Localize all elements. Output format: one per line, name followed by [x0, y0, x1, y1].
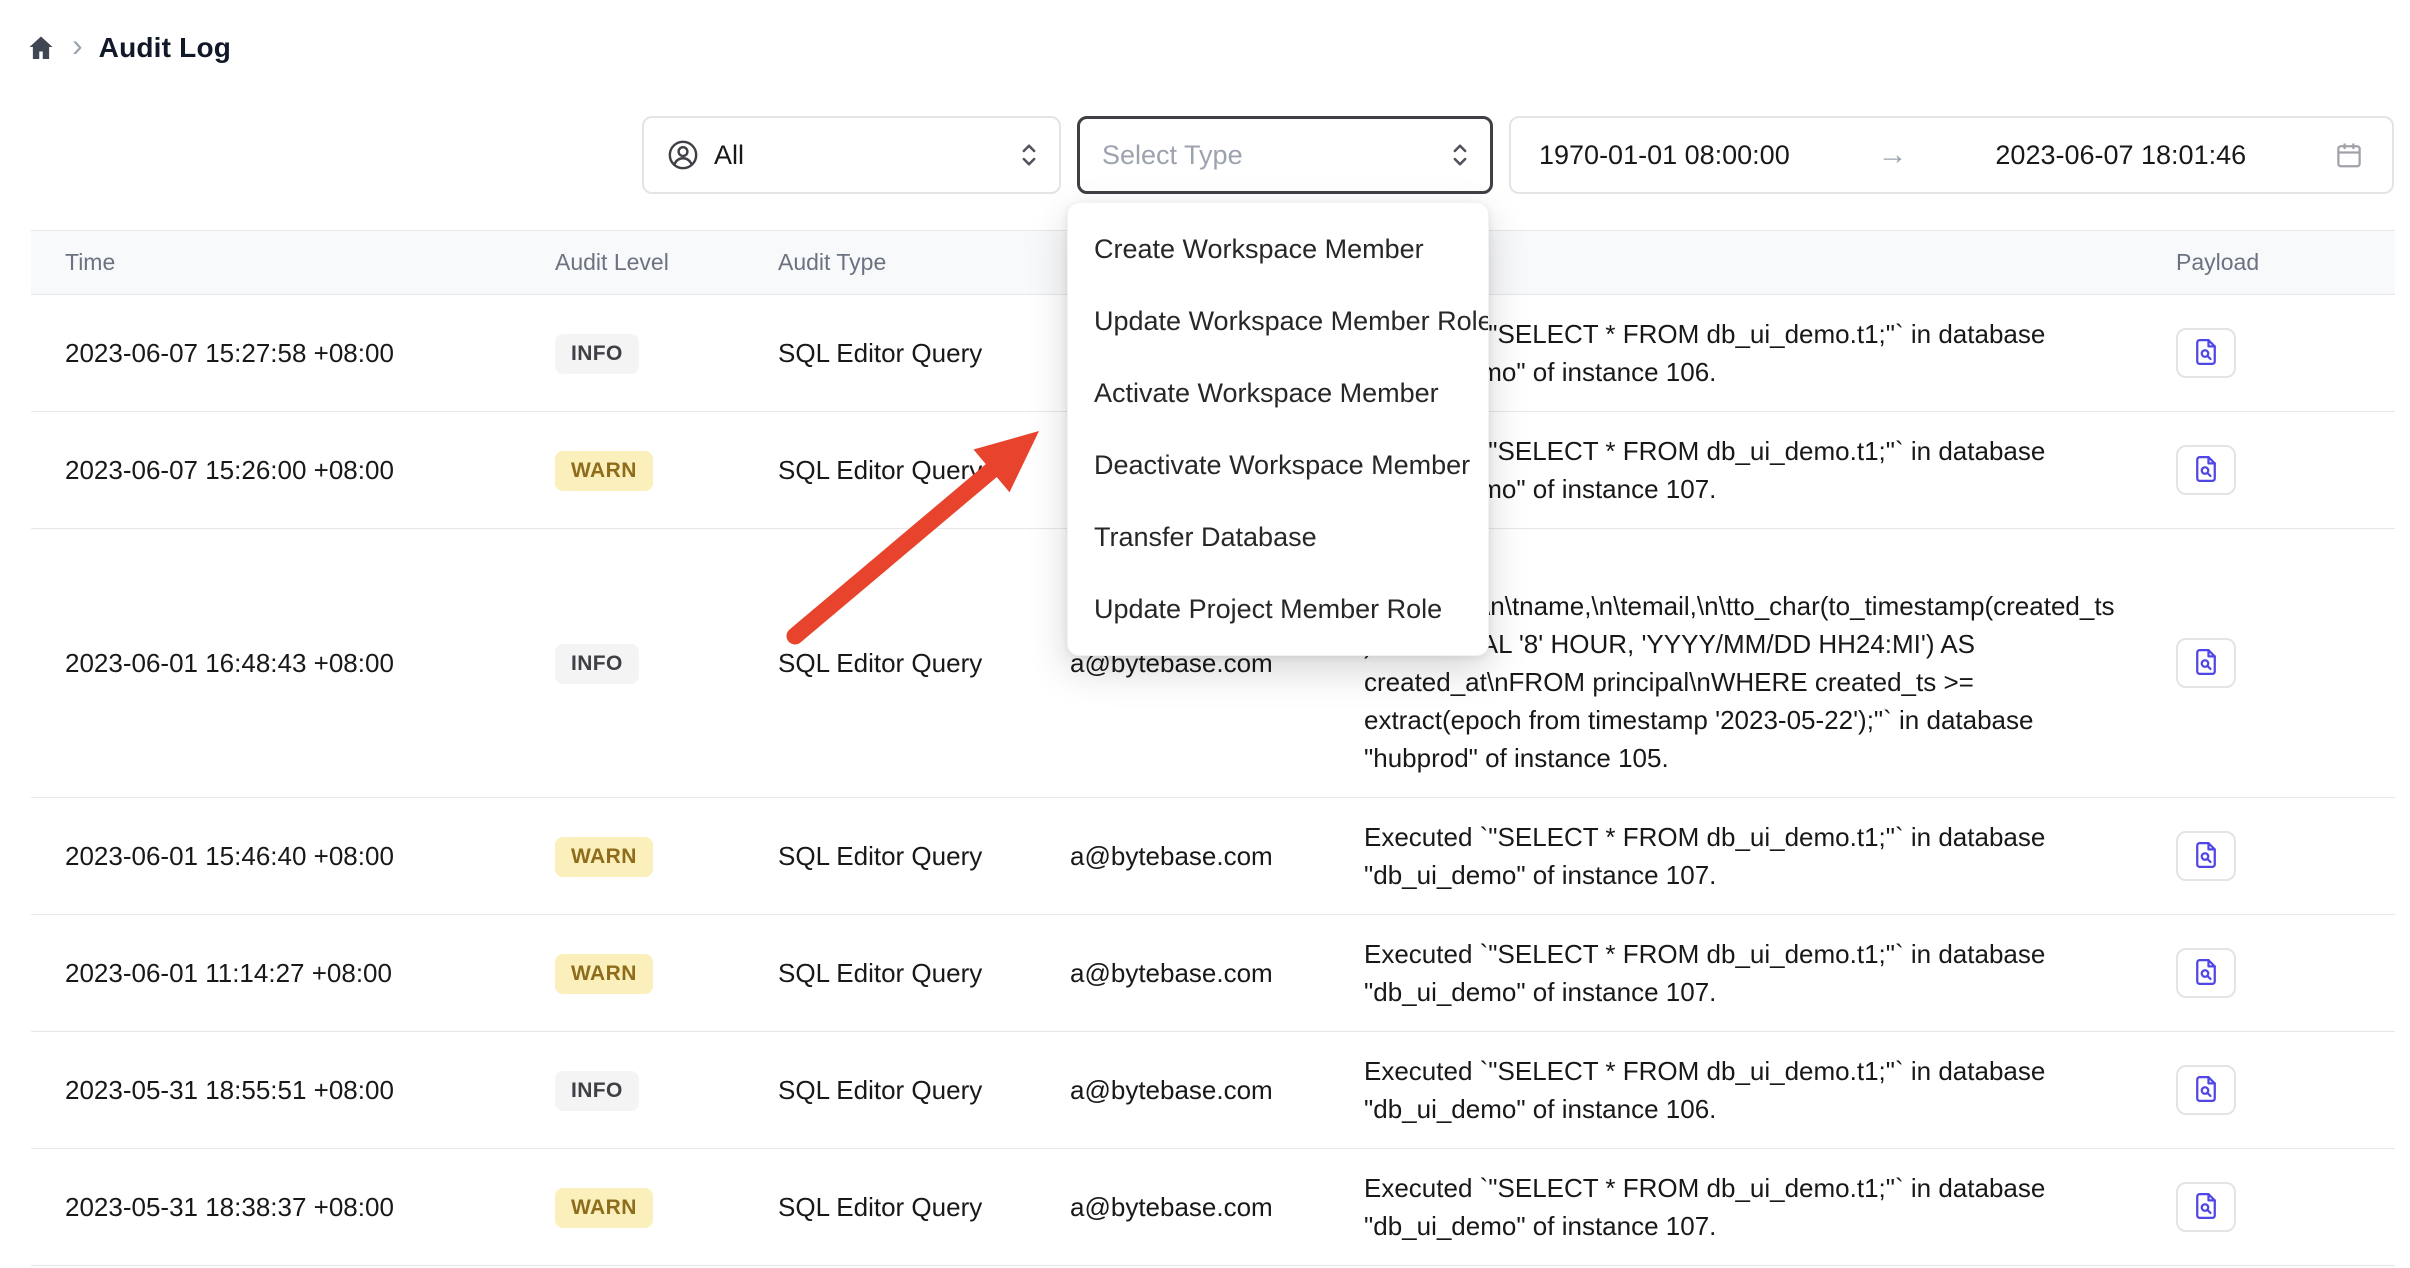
audit-log-page: › Audit Log All Select Type — [0, 0, 2410, 1268]
file-search-icon — [2191, 647, 2221, 680]
audit-type: SQL Editor Query — [744, 295, 1036, 412]
audit-actor: a@bytebase.com — [1036, 1032, 1330, 1149]
chevron-up-down-icon — [1017, 140, 1041, 170]
audit-time: 2023-06-07 15:27:58 +08:00 — [31, 295, 521, 412]
table-row: 2023-06-01 15:46:40 +08:00 WARN SQL Edit… — [31, 798, 2395, 915]
type-filter-select[interactable]: Select Type — [1077, 116, 1493, 194]
audit-level-badge: INFO — [555, 644, 639, 684]
audit-comment: Executed `"SELECT * FROM db_ui_demo.t1;"… — [1330, 798, 2142, 915]
audit-level-cell: INFO — [521, 295, 744, 412]
view-payload-button[interactable] — [2176, 445, 2236, 495]
home-icon[interactable] — [26, 33, 56, 63]
audit-type: SQL Editor Query — [744, 1032, 1036, 1149]
audit-level-cell: WARN — [521, 798, 744, 915]
type-dropdown-menu: Create Workspace Member Update Workspace… — [1067, 202, 1489, 656]
audit-level-cell: WARN — [521, 1149, 744, 1266]
file-search-icon — [2191, 957, 2221, 990]
dropdown-item[interactable]: Update Project Member Role — [1068, 573, 1488, 645]
audit-actor: a@bytebase.com — [1036, 798, 1330, 915]
user-circle-icon — [666, 138, 700, 172]
arrow-right-icon: → — [1878, 138, 1908, 172]
payload-cell — [2142, 1149, 2395, 1266]
view-payload-button[interactable] — [2176, 1065, 2236, 1115]
audit-level-cell: WARN — [521, 915, 744, 1032]
audit-time: 2023-05-31 18:38:37 +08:00 — [31, 1149, 521, 1266]
col-header-audit-level: Audit Level — [521, 231, 744, 295]
audit-level-cell: WARN — [521, 412, 744, 529]
payload-cell — [2142, 529, 2395, 798]
file-search-icon — [2191, 337, 2221, 370]
file-search-icon — [2191, 454, 2221, 487]
file-search-icon — [2191, 840, 2221, 873]
table-row: 2023-05-31 18:38:37 +08:00 WARN SQL Edit… — [31, 1149, 2395, 1266]
payload-cell — [2142, 412, 2395, 529]
dropdown-item[interactable]: Create Workspace Member — [1068, 213, 1488, 285]
audit-actor: a@bytebase.com — [1036, 1149, 1330, 1266]
audit-type: SQL Editor Query — [744, 915, 1036, 1032]
calendar-icon — [2334, 140, 2364, 170]
audit-comment: Executed `"SELECT * FROM db_ui_demo.t1;"… — [1330, 1149, 2142, 1266]
audit-type: SQL Editor Query — [744, 529, 1036, 798]
audit-time: 2023-05-31 18:55:51 +08:00 — [31, 1032, 521, 1149]
audit-level-badge: WARN — [555, 451, 653, 491]
col-header-time: Time — [31, 231, 521, 295]
page-title: Audit Log — [99, 32, 231, 64]
table-row: 2023-06-01 11:14:27 +08:00 WARN SQL Edit… — [31, 915, 2395, 1032]
breadcrumb: › Audit Log — [0, 0, 2410, 70]
audit-level-cell: INFO — [521, 1032, 744, 1149]
audit-time: 2023-06-01 16:48:43 +08:00 — [31, 529, 521, 798]
payload-cell — [2142, 915, 2395, 1032]
payload-cell — [2142, 295, 2395, 412]
view-payload-button[interactable] — [2176, 948, 2236, 998]
view-payload-button[interactable] — [2176, 638, 2236, 688]
actor-filter-value: All — [714, 140, 744, 171]
audit-type: SQL Editor Query — [744, 1149, 1036, 1266]
chevron-up-down-icon — [1448, 140, 1472, 170]
payload-cell — [2142, 1032, 2395, 1149]
col-header-payload: Payload — [2142, 231, 2395, 295]
audit-comment: Executed `"SELECT * FROM db_ui_demo.t1;"… — [1330, 1032, 2142, 1149]
type-filter-placeholder: Select Type — [1102, 140, 1243, 171]
dropdown-item[interactable]: Activate Workspace Member — [1068, 357, 1488, 429]
audit-level-badge: INFO — [555, 334, 639, 374]
chevron-right-icon: › — [72, 29, 83, 61]
audit-time: 2023-06-07 15:26:00 +08:00 — [31, 412, 521, 529]
audit-level-badge: WARN — [555, 1188, 653, 1228]
date-range-picker[interactable]: 1970-01-01 08:00:00 → 2023-06-07 18:01:4… — [1509, 116, 2394, 194]
audit-level-badge: INFO — [555, 1071, 639, 1111]
dropdown-item[interactable]: Deactivate Workspace Member — [1068, 429, 1488, 501]
audit-type: SQL Editor Query — [744, 412, 1036, 529]
audit-level-badge: WARN — [555, 837, 653, 877]
audit-level-cell: INFO — [521, 529, 744, 798]
audit-level-badge: WARN — [555, 954, 653, 994]
date-to: 2023-06-07 18:01:46 — [1995, 140, 2246, 171]
audit-actor: a@bytebase.com — [1036, 915, 1330, 1032]
audit-comment: Executed `"SELECT * FROM db_ui_demo.t1;"… — [1330, 915, 2142, 1032]
file-search-icon — [2191, 1074, 2221, 1107]
audit-time: 2023-06-01 11:14:27 +08:00 — [31, 915, 521, 1032]
date-from: 1970-01-01 08:00:00 — [1539, 140, 1790, 171]
dropdown-item[interactable]: Update Workspace Member Role — [1068, 285, 1488, 357]
payload-cell — [2142, 798, 2395, 915]
view-payload-button[interactable] — [2176, 831, 2236, 881]
audit-time: 2023-06-01 15:46:40 +08:00 — [31, 798, 521, 915]
col-header-audit-type: Audit Type — [744, 231, 1036, 295]
file-search-icon — [2191, 1191, 2221, 1224]
actor-filter-select[interactable]: All — [642, 116, 1061, 194]
audit-type: SQL Editor Query — [744, 798, 1036, 915]
filter-bar: All Select Type 1970-01-01 08:00:00 → 20… — [0, 116, 2394, 194]
table-row: 2023-05-31 18:55:51 +08:00 INFO SQL Edit… — [31, 1032, 2395, 1149]
view-payload-button[interactable] — [2176, 1182, 2236, 1232]
dropdown-item[interactable]: Transfer Database — [1068, 501, 1488, 573]
view-payload-button[interactable] — [2176, 328, 2236, 378]
